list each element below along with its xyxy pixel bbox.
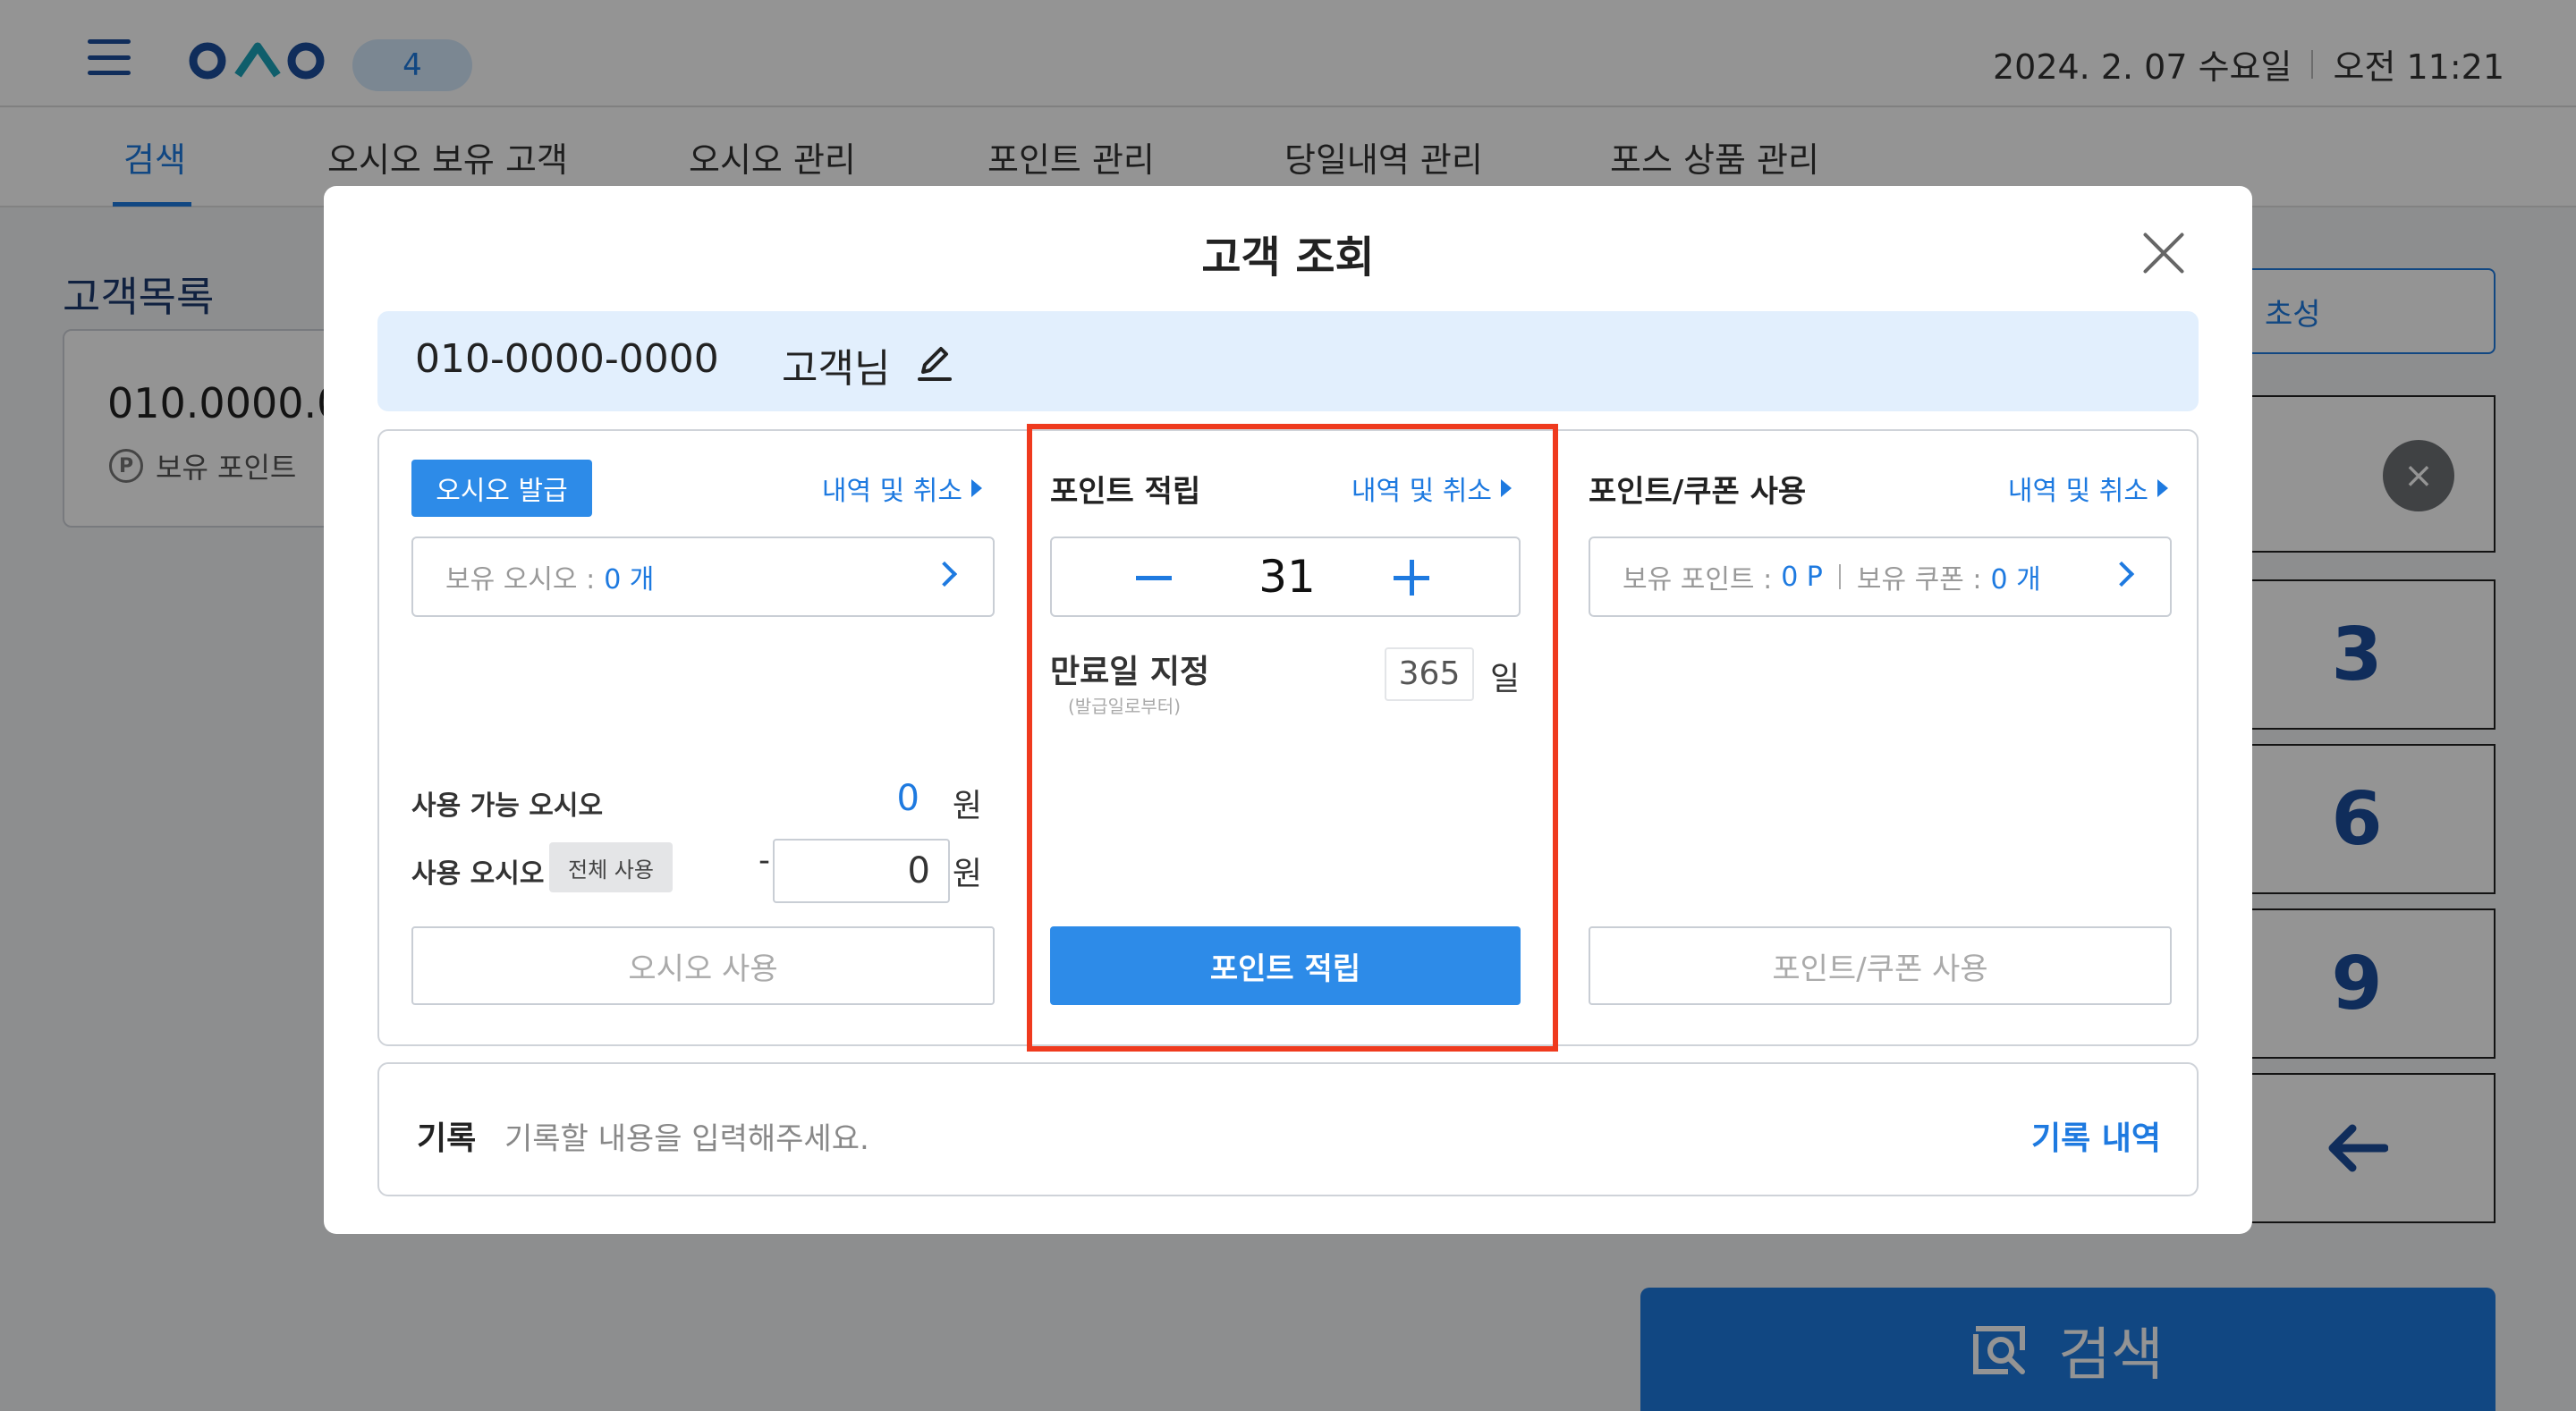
use-osio-label: 사용 오시오	[411, 858, 545, 890]
point-coupon-title: 포인트/쿠폰 사용	[1589, 474, 1807, 510]
customer-banner: 010-0000-0000 고객님	[377, 311, 2199, 411]
info-divider	[1838, 564, 1841, 589]
held-coupons-label: 보유 쿠폰 :	[1856, 564, 1982, 596]
available-osio-label: 사용 가능 오시오	[411, 790, 604, 822]
modal-title: 고객 조회	[1201, 232, 1375, 283]
use-won-unit: 원	[952, 856, 982, 892]
use-osio-button[interactable]: 오시오 사용	[411, 926, 995, 1005]
osio-history-link[interactable]: 내역 및 취소	[822, 469, 982, 508]
memo-bar: 기록 기록할 내용을 입력해주세요. 기록 내역	[377, 1062, 2199, 1196]
held-points-label: 보유 포인트 :	[1623, 564, 1773, 596]
point-coupon-history-link[interactable]: 내역 및 취소	[2008, 469, 2168, 508]
use-osio-input[interactable]: 0	[773, 839, 950, 903]
close-icon[interactable]	[2140, 229, 2188, 277]
issue-osio-button[interactable]: 오시오 발급	[411, 460, 592, 517]
caret-right-icon	[2157, 479, 2168, 497]
point-coupon-panel: 포인트/쿠폰 사용 내역 및 취소 보유 포인트 : 0 P 보유 쿠폰 : 0…	[1556, 431, 2200, 1044]
memo-history-link[interactable]: 기록 내역	[2031, 1112, 2161, 1159]
minus-sign: -	[758, 842, 770, 879]
available-won-unit: 원	[952, 788, 982, 824]
osio-panel: 오시오 발급 내역 및 취소 보유 오시오 : 0 개 사용 가능 오시오 0 …	[379, 431, 1023, 1044]
pencil-icon[interactable]	[914, 342, 955, 383]
held-points-coupons-box[interactable]: 보유 포인트 : 0 P 보유 쿠폰 : 0 개	[1589, 537, 2172, 617]
use-all-button[interactable]: 전체 사용	[549, 842, 673, 892]
caret-right-icon	[971, 479, 982, 497]
available-osio-value: 0	[896, 778, 919, 819]
chevron-right-icon	[931, 561, 958, 587]
memo-label: 기록	[417, 1120, 477, 1157]
point-earn-highlight	[1027, 424, 1558, 1052]
held-points-value: 0 P	[1781, 561, 1823, 593]
osio-history-label: 내역 및 취소	[821, 476, 962, 507]
memo-input[interactable]: 기록할 내용을 입력해주세요.	[504, 1114, 869, 1158]
held-osio-box[interactable]: 보유 오시오 : 0 개	[411, 537, 995, 617]
customer-phone: 010-0000-0000	[415, 336, 719, 382]
use-point-coupon-button[interactable]: 포인트/쿠폰 사용	[1589, 926, 2172, 1005]
held-osio-label: 보유 오시오 :	[445, 564, 596, 596]
point-coupon-history-label: 내역 및 취소	[2007, 476, 2148, 507]
held-osio-value: 0 개	[604, 564, 655, 596]
held-coupons-value: 0 개	[1990, 564, 2041, 596]
chevron-right-icon	[2108, 561, 2135, 587]
customer-suffix: 고객님	[782, 346, 891, 392]
